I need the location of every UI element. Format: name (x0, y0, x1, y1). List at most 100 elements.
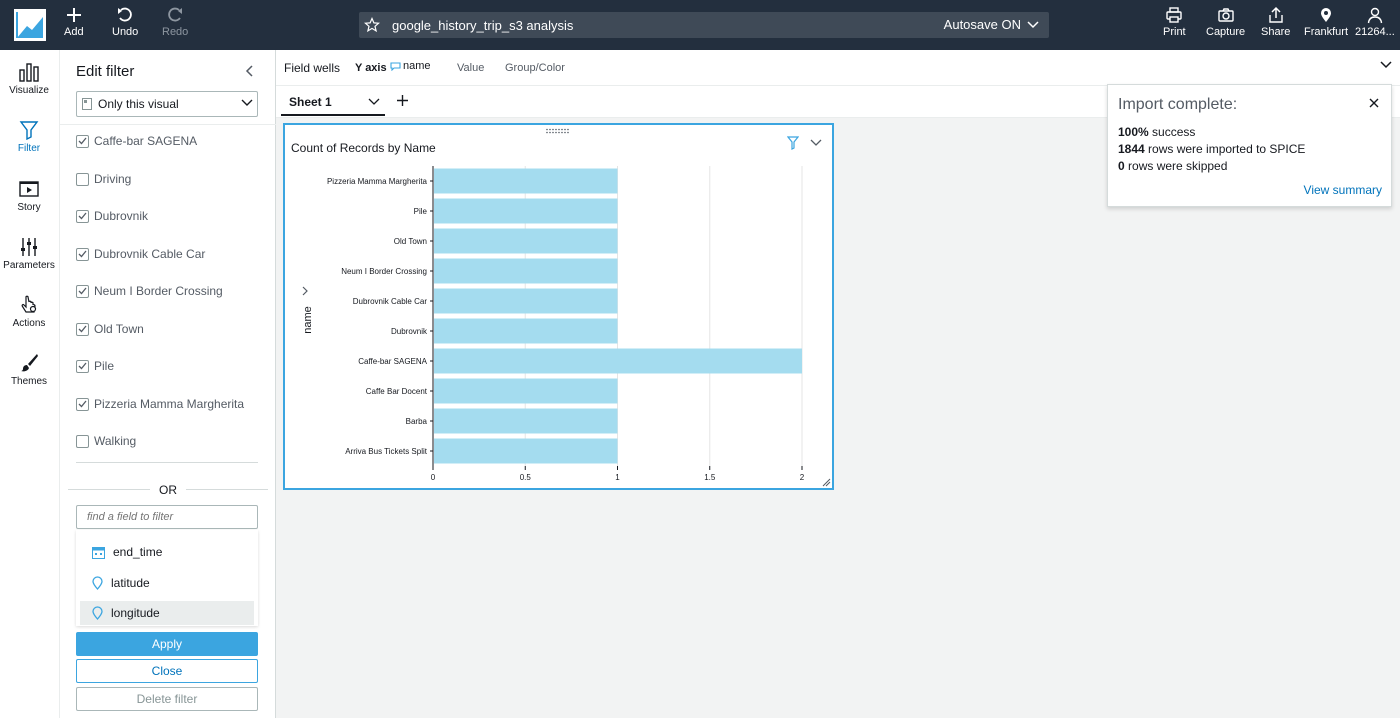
capture-label: Capture (1206, 26, 1246, 38)
quicksight-logo[interactable] (14, 9, 46, 41)
field-option-label: longitude (111, 606, 160, 620)
field-option-end-time[interactable]: end_time (80, 540, 254, 564)
filter-value-item[interactable]: Driving (76, 169, 131, 189)
check-icon (78, 137, 87, 145)
delete-filter-button[interactable]: Delete filter (76, 687, 258, 711)
brush-icon (21, 354, 38, 372)
share-button[interactable]: Share (1261, 6, 1290, 38)
checkbox-checked[interactable] (76, 322, 89, 336)
analysis-title-box[interactable]: google_history_trip_s3 analysis Autosave… (359, 12, 1049, 38)
checkbox-checked[interactable] (76, 397, 89, 411)
view-summary-link[interactable]: View summary (1304, 183, 1382, 197)
print-button[interactable]: Print (1163, 6, 1186, 38)
category-label: Arriva Bus Tickets Split (345, 447, 428, 456)
close-button[interactable]: Close (76, 659, 258, 683)
nav-story[interactable]: Story (0, 179, 58, 213)
bar[interactable] (434, 228, 618, 254)
region-button[interactable]: Frankfurt (1304, 6, 1348, 38)
filter-value-item[interactable]: Walking (76, 431, 136, 451)
bar-chart-icon (19, 63, 39, 82)
bar[interactable] (434, 168, 618, 194)
success-percent: 100% (1118, 125, 1149, 139)
analysis-title[interactable]: google_history_trip_s3 analysis (392, 18, 573, 33)
or-label: OR (159, 483, 177, 497)
field-option-latitude[interactable]: latitude (80, 571, 254, 595)
chevron-left-icon[interactable] (245, 65, 253, 77)
nav-themes[interactable]: Themes (0, 353, 58, 387)
checkbox-checked[interactable] (76, 247, 89, 261)
filter-scope-value: Only this visual (98, 97, 179, 111)
filter-value-item[interactable]: Old Town (76, 319, 144, 339)
category-label: Caffe-bar SAGENA (358, 357, 427, 366)
autosave-dropdown[interactable]: Autosave ON (944, 17, 1039, 32)
bar[interactable] (434, 348, 802, 374)
bar[interactable] (434, 258, 618, 284)
bar[interactable] (434, 288, 618, 314)
bar[interactable] (434, 438, 618, 464)
nav-visualize[interactable]: Visualize (0, 62, 58, 96)
bar[interactable] (434, 318, 618, 344)
add-sheet-icon[interactable] (396, 94, 409, 107)
nav-parameters[interactable]: Parameters (0, 237, 58, 271)
undo-button[interactable]: Undo (112, 6, 138, 38)
filter-value-item[interactable]: Dubrovnik (76, 206, 148, 226)
field-option-longitude[interactable]: longitude (80, 601, 254, 625)
value-well-label[interactable]: Value (457, 62, 484, 74)
undo-icon (118, 7, 132, 22)
chevron-down-icon[interactable] (1380, 61, 1392, 69)
resize-handle-icon (822, 478, 831, 487)
checkbox-checked[interactable] (76, 284, 89, 298)
filter-value-label: Pile (94, 359, 115, 373)
find-field-input[interactable] (76, 505, 258, 529)
category-label: Old Town (394, 237, 427, 246)
bar[interactable] (434, 408, 618, 434)
nav-actions[interactable]: Actions (0, 295, 58, 329)
bar[interactable] (434, 198, 618, 224)
nav-filter[interactable]: Filter (0, 120, 58, 154)
group-color-well-label[interactable]: Group/Color (505, 62, 565, 74)
printer-icon (1166, 7, 1183, 23)
share-icon (1268, 6, 1283, 23)
visual-card[interactable]: Pizzeria Mamma Margherita Pile Old Town Neu… (283, 123, 834, 490)
filter-icon (19, 121, 39, 140)
skipped-count: 0 (1118, 159, 1125, 173)
filter-value-item[interactable]: Neum I Border Crossing (76, 281, 223, 301)
star-icon[interactable] (364, 17, 380, 33)
field-wells-title[interactable]: Field wells (284, 61, 340, 75)
apply-button[interactable]: Apply (76, 632, 258, 656)
account-button[interactable]: 21264... (1355, 6, 1395, 38)
sheet-tab[interactable]: Sheet 1 (281, 90, 385, 116)
bar[interactable] (434, 378, 618, 404)
filter-value-item[interactable]: Pile (76, 356, 114, 376)
chevron-down-icon[interactable] (368, 98, 380, 106)
filter-value-item[interactable]: Caffe-bar SAGENA (76, 131, 197, 151)
add-label: Add (64, 26, 84, 38)
checkbox-checked[interactable] (76, 359, 89, 373)
geo-pin-icon (92, 576, 103, 590)
dimension-icon (390, 61, 401, 71)
checkbox-checked[interactable] (76, 134, 89, 148)
y-axis-field-pill[interactable]: name (390, 60, 431, 72)
filter-value-label: Dubrovnik (94, 209, 149, 223)
category-label: Pile (414, 207, 428, 216)
redo-button[interactable]: Redo (162, 6, 188, 38)
visual-title[interactable]: Count of Records by Name (291, 141, 436, 155)
filter-icon[interactable] (787, 136, 799, 150)
import-complete-toast: Import complete: 100% success 1844 rows … (1107, 84, 1392, 207)
filter-value-item[interactable]: Dubrovnik Cable Car (76, 244, 205, 264)
filter-scope-select[interactable]: Only this visual (76, 91, 258, 117)
top-bar: Add Undo Redo google_history_trip_s3 ana… (0, 0, 1400, 50)
filter-value-label: Caffe-bar SAGENA (94, 134, 198, 148)
chevron-right-icon (302, 286, 308, 296)
checkbox-unchecked[interactable] (76, 172, 89, 186)
checkbox-unchecked[interactable] (76, 434, 89, 448)
drag-handle-icon[interactable] (545, 128, 571, 134)
plus-icon (66, 8, 81, 22)
add-button[interactable]: Add (64, 6, 84, 38)
nav-visualize-label: Visualize (9, 85, 49, 96)
capture-button[interactable]: Capture (1206, 6, 1245, 38)
chevron-down-icon[interactable] (810, 139, 822, 147)
close-icon[interactable] (1369, 98, 1379, 108)
filter-value-item[interactable]: Pizzeria Mamma Margherita (76, 394, 244, 414)
checkbox-checked[interactable] (76, 209, 89, 223)
